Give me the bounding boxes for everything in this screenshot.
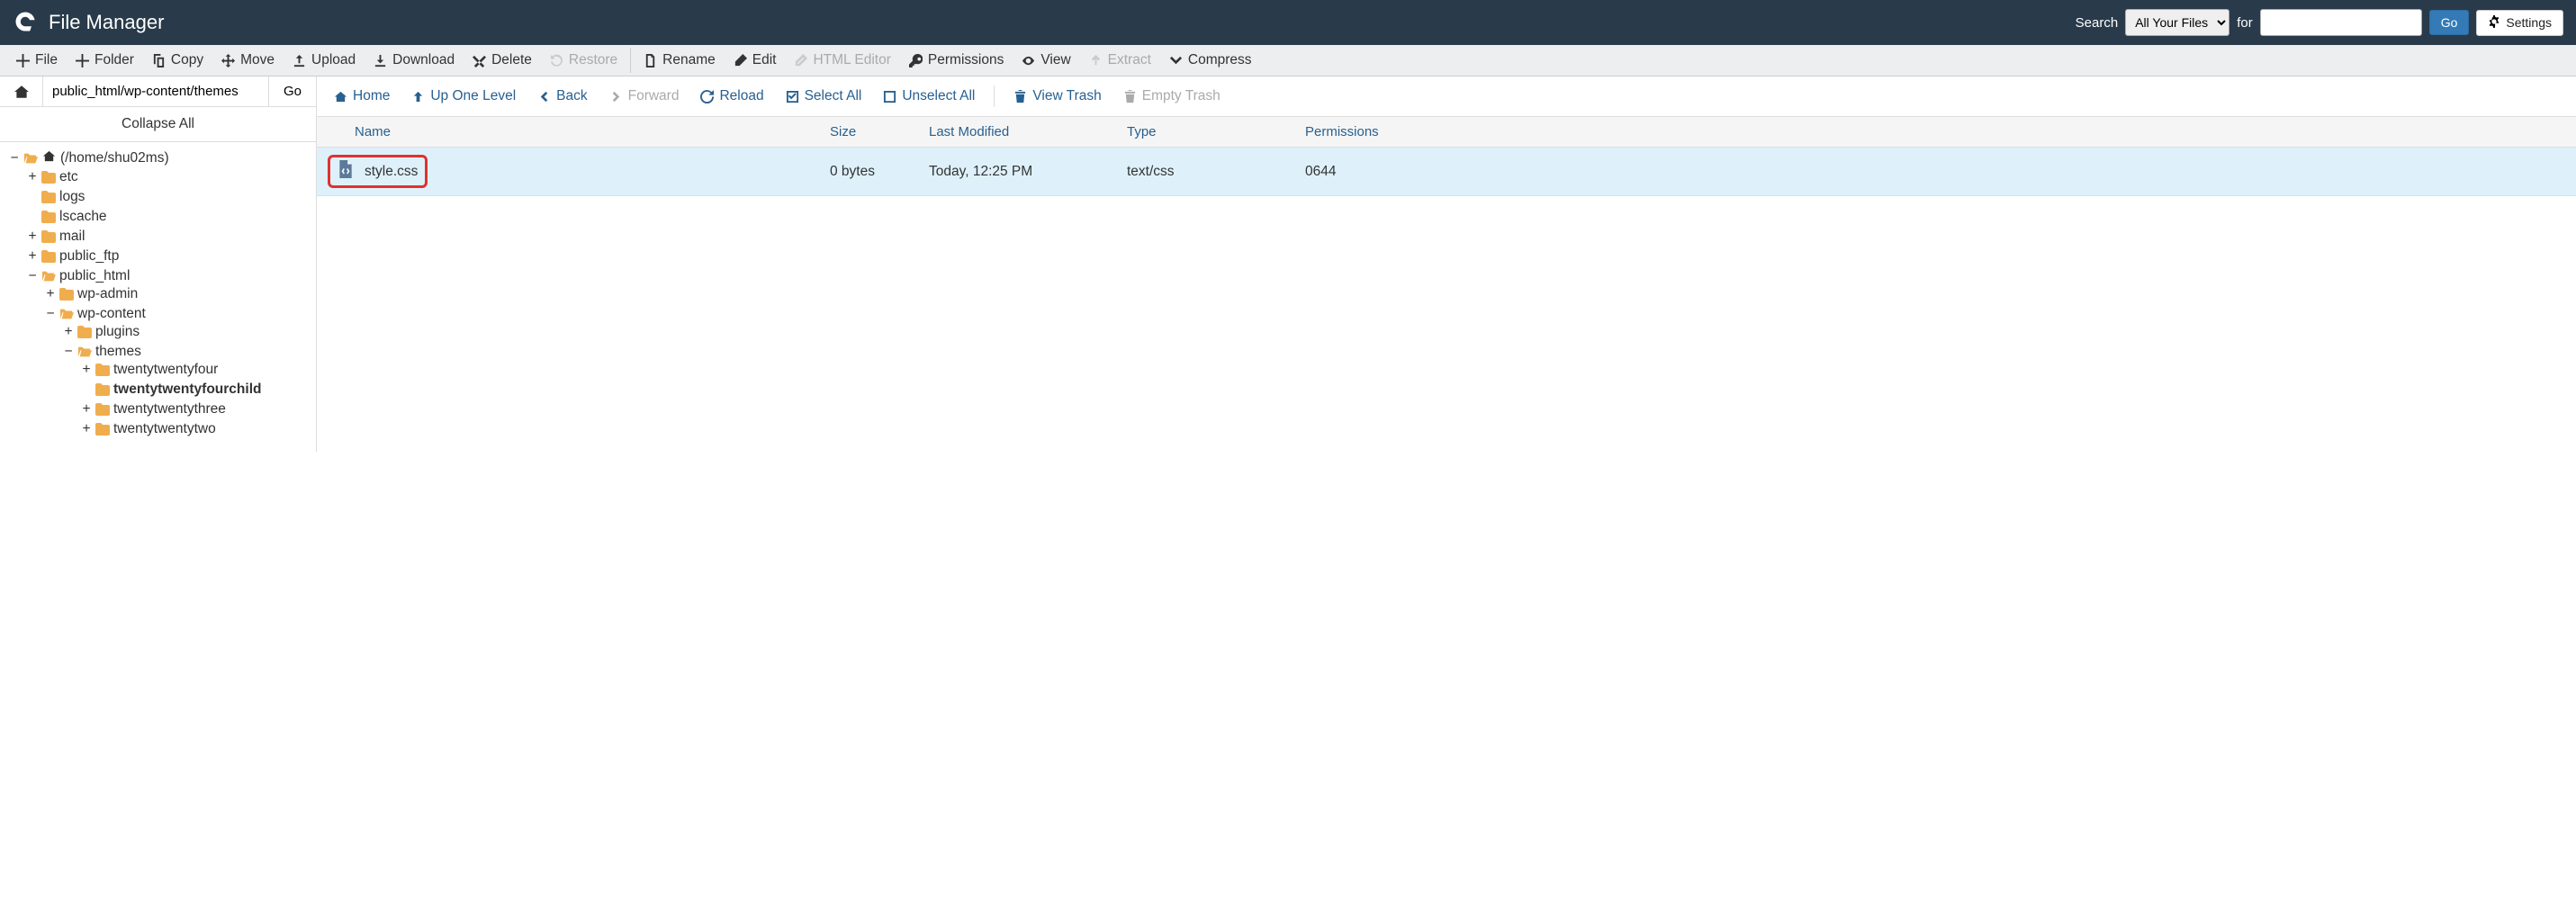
tree-public-ftp[interactable]: +public_ftp — [27, 248, 119, 265]
content-panel: Home Up One Level Back Forward Reload Se… — [317, 76, 2576, 452]
download-button[interactable]: Download — [365, 45, 464, 76]
upload-button[interactable]: Upload — [284, 45, 365, 76]
tree-twentytwentytwo[interactable]: +twentytwentytwo — [81, 421, 216, 437]
search-label: Search — [2076, 15, 2119, 31]
path-home-button[interactable] — [0, 76, 43, 106]
rename-button[interactable]: Rename — [635, 45, 725, 76]
tree-twentytwentyfour[interactable]: +twentytwentyfour — [81, 362, 218, 378]
tree-wp-admin[interactable]: +wp-admin — [45, 286, 138, 302]
nav-home-button[interactable]: Home — [326, 82, 398, 111]
file-size: 0 bytes — [821, 157, 920, 187]
nav-toolbar: Home Up One Level Back Forward Reload Se… — [317, 76, 2576, 117]
compress-button[interactable]: Compress — [1160, 45, 1261, 76]
tree-twentytwentyfourchild[interactable]: twentytwentyfourchild — [81, 382, 261, 398]
tree-twentytwentythree[interactable]: +twentytwentythree — [81, 401, 226, 418]
path-go-button[interactable]: Go — [269, 76, 316, 106]
nav-view-trash-button[interactable]: View Trash — [1005, 82, 1109, 111]
sidebar: Go Collapse All − (/home/shu02ms) +etc l… — [0, 76, 317, 452]
file-type: text/css — [1118, 157, 1296, 187]
nav-forward-button: Forward — [601, 82, 688, 111]
file-permissions: 0644 — [1296, 157, 1386, 187]
cpanel-logo-icon — [13, 9, 38, 37]
folder-tree: − (/home/shu02ms) +etc logs lscache +mai… — [0, 142, 316, 452]
tree-public-html[interactable]: −public_html — [27, 268, 130, 284]
tree-mail[interactable]: +mail — [27, 229, 85, 245]
tree-wp-content[interactable]: −wp-content — [45, 306, 146, 322]
nav-unselect-all-button[interactable]: Unselect All — [875, 82, 983, 111]
nav-reload-button[interactable]: Reload — [692, 82, 771, 111]
new-folder-button[interactable]: Folder — [67, 45, 143, 76]
file-name: style.css — [365, 164, 418, 180]
settings-button[interactable]: Settings — [2476, 10, 2563, 36]
home-icon — [41, 149, 57, 167]
search-input[interactable] — [2260, 9, 2422, 36]
column-size[interactable]: Size — [821, 117, 920, 147]
nav-empty-trash-button: Empty Trash — [1115, 82, 1229, 111]
new-file-button[interactable]: File — [7, 45, 67, 76]
delete-button[interactable]: Delete — [464, 45, 541, 76]
search-scope-select[interactable]: All Your Files — [2125, 9, 2229, 36]
copy-button[interactable]: Copy — [143, 45, 212, 76]
edit-button[interactable]: Edit — [725, 45, 786, 76]
toolbar-separator — [630, 48, 631, 73]
file-list-header: Name Size Last Modified Type Permissions — [317, 117, 2576, 148]
tree-lscache[interactable]: lscache — [27, 209, 107, 225]
action-toolbar: File Folder Copy Move Upload Download De… — [0, 45, 2576, 76]
nav-up-button[interactable]: Up One Level — [403, 82, 524, 111]
column-modified[interactable]: Last Modified — [920, 117, 1118, 147]
html-editor-button: HTML Editor — [785, 45, 899, 76]
tree-logs[interactable]: logs — [27, 189, 85, 205]
restore-button: Restore — [541, 45, 626, 76]
top-bar: File Manager Search All Your Files for G… — [0, 0, 2576, 45]
tree-etc[interactable]: +etc — [27, 169, 78, 185]
column-permissions[interactable]: Permissions — [1296, 117, 1388, 147]
nav-select-all-button[interactable]: Select All — [778, 82, 870, 111]
permissions-button[interactable]: Permissions — [900, 45, 1013, 76]
column-type[interactable]: Type — [1118, 117, 1296, 147]
tree-root[interactable]: − (/home/shu02ms) — [9, 149, 169, 167]
path-input[interactable] — [43, 76, 269, 106]
tree-plugins[interactable]: +plugins — [63, 324, 140, 340]
file-row[interactable]: style.css 0 bytes Today, 12:25 PM text/c… — [317, 148, 2576, 196]
extract-button: Extract — [1080, 45, 1160, 76]
gear-icon — [2488, 15, 2500, 31]
code-file-icon — [338, 160, 354, 183]
nav-back-button[interactable]: Back — [529, 82, 595, 111]
collapse-all-button[interactable]: Collapse All — [0, 107, 316, 142]
search-go-button[interactable]: Go — [2429, 10, 2470, 35]
view-button[interactable]: View — [1013, 45, 1079, 76]
app-title: File Manager — [49, 11, 164, 34]
for-label: for — [2237, 15, 2253, 31]
annotation-highlight-box: style.css — [328, 155, 428, 188]
tree-themes[interactable]: −themes — [63, 344, 141, 360]
nav-separator — [994, 85, 995, 107]
file-modified: Today, 12:25 PM — [920, 157, 1118, 187]
move-button[interactable]: Move — [212, 45, 284, 76]
column-name[interactable]: Name — [317, 117, 821, 147]
